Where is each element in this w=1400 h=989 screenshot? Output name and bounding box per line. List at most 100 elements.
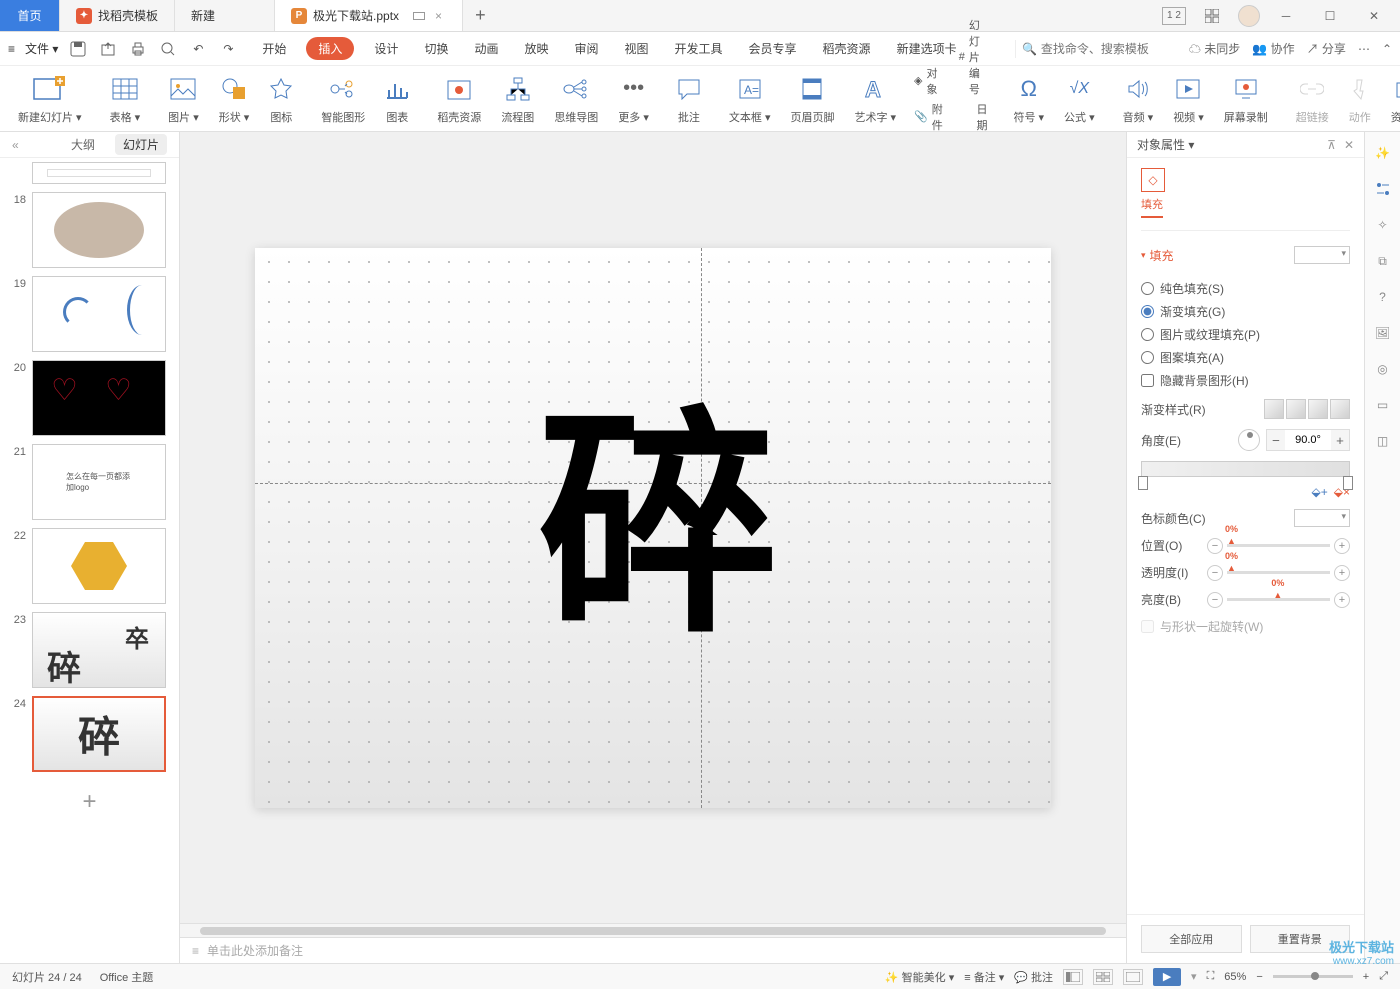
angle-spinner[interactable]: − +	[1266, 429, 1350, 451]
slide-thumb-24[interactable]: 24 碎	[8, 696, 171, 772]
slide-thumb-22[interactable]: 22	[8, 528, 171, 604]
notes-pane[interactable]: ≡ 单击此处添加备注	[180, 937, 1126, 963]
slide-thumb-18[interactable]: 18	[8, 192, 171, 268]
tab-add[interactable]: +	[463, 0, 498, 31]
sidebar-cube-icon[interactable]: ◫	[1374, 432, 1392, 450]
ribbon-screen-record[interactable]: 屏幕录制	[1214, 73, 1278, 125]
radio-gradient-fill[interactable]: 渐变填充(G)	[1141, 303, 1350, 320]
ribbon-shape[interactable]: 形状 ▾	[209, 73, 260, 125]
menu-hamburger-icon[interactable]: ≡	[8, 42, 15, 56]
ribbon-slide-number[interactable]: # 幻灯片编号	[959, 17, 988, 97]
ribbon-wordart[interactable]: A 艺术字 ▾	[844, 73, 906, 125]
outline-tab[interactable]: 大纲	[63, 134, 103, 155]
ribbon-chart[interactable]: 图表	[375, 73, 419, 125]
ribbon-attachment[interactable]: 📎 附件	[914, 101, 943, 133]
ribbon-new-slide[interactable]: 新建幻灯片 ▾	[8, 73, 92, 125]
position-slider[interactable]: ▲0%	[1227, 544, 1330, 547]
more-icon[interactable]: ⋯	[1358, 42, 1370, 56]
transparency-increase[interactable]: +	[1334, 565, 1350, 581]
zoom-in[interactable]: +	[1363, 971, 1369, 983]
menu-transition[interactable]: 切换	[418, 36, 454, 61]
zoom-value[interactable]: 65%	[1224, 971, 1246, 983]
grad-style-4[interactable]	[1330, 399, 1350, 419]
close-panel-icon[interactable]: ✕	[1344, 138, 1354, 152]
gradient-style-swatches[interactable]	[1264, 399, 1350, 419]
command-search[interactable]: 🔍	[1015, 40, 1177, 58]
menu-start[interactable]: 开始	[256, 36, 292, 61]
ribbon-header-footer[interactable]: 页眉页脚	[780, 73, 844, 125]
menu-devtools[interactable]: 开发工具	[669, 36, 729, 61]
slide-canvas[interactable]: 碎	[255, 248, 1051, 808]
tab-home[interactable]: 首页	[0, 0, 60, 31]
apply-all-button[interactable]: 全部应用	[1141, 925, 1242, 953]
reading-view-icon[interactable]	[1123, 969, 1143, 985]
horizontal-scrollbar[interactable]	[180, 923, 1126, 937]
save-icon[interactable]	[68, 39, 88, 59]
minimize-button[interactable]: ─	[1268, 0, 1304, 32]
zoom-out[interactable]: −	[1256, 971, 1262, 983]
sidebar-style-icon[interactable]: ✨	[1374, 144, 1392, 162]
ribbon-docer-res[interactable]: 稻壳资源	[427, 73, 491, 125]
collapse-ribbon-icon[interactable]: ⌃	[1382, 42, 1392, 56]
apps-icon[interactable]	[1194, 0, 1230, 32]
undo-icon[interactable]: ↶	[188, 39, 208, 59]
gradient-stops-bar[interactable]	[1141, 461, 1350, 477]
angle-dial[interactable]	[1238, 429, 1260, 451]
notes-toggle[interactable]: ≡ 备注 ▾	[964, 969, 1004, 985]
section-fill[interactable]: 填充	[1141, 247, 1174, 264]
grad-style-3[interactable]	[1308, 399, 1328, 419]
user-avatar[interactable]	[1238, 5, 1260, 27]
fill-tab-icon[interactable]: ◇	[1141, 168, 1165, 192]
sync-status[interactable]: ☁ 未同步	[1189, 40, 1240, 57]
sidebar-target-icon[interactable]: ◎	[1374, 360, 1392, 378]
fullscreen-icon[interactable]: ⤢	[1379, 970, 1388, 983]
ribbon-picture[interactable]: 图片 ▾	[158, 73, 209, 125]
checkbox-hide-bg[interactable]: 隐藏背景图形(H)	[1141, 372, 1350, 389]
coop-button[interactable]: 👥 协作	[1252, 40, 1294, 57]
sorter-view-icon[interactable]	[1093, 969, 1113, 985]
sidebar-device-icon[interactable]: ▭	[1374, 396, 1392, 414]
slide-thumb-23[interactable]: 23 碎卒	[8, 612, 171, 688]
ribbon-textbox[interactable]: A= 文本框 ▾	[719, 73, 781, 125]
close-button[interactable]: ✕	[1356, 0, 1392, 32]
slide-list[interactable]: 18 19 20 ♡♡ 21 怎么在每一页都添加logo 22 23 碎卒	[0, 158, 179, 963]
fill-preset-dropdown[interactable]	[1294, 246, 1350, 264]
fit-icon[interactable]: ⛶	[1207, 970, 1215, 983]
tab-document[interactable]: P 极光下载站.pptx ×	[275, 0, 463, 31]
brightness-decrease[interactable]: −	[1207, 592, 1223, 608]
collapse-panel-icon[interactable]: «	[12, 138, 19, 152]
sidebar-settings-icon[interactable]	[1374, 180, 1392, 198]
print-icon[interactable]	[128, 39, 148, 59]
normal-view-icon[interactable]	[1063, 969, 1083, 985]
layout-badge-icon[interactable]: 1 2	[1162, 7, 1186, 25]
grad-style-1[interactable]	[1264, 399, 1284, 419]
ribbon-flowchart[interactable]: 流程图	[491, 73, 544, 125]
radio-solid-fill[interactable]: 纯色填充(S)	[1141, 280, 1350, 297]
slide-text[interactable]: 碎	[538, 332, 768, 679]
radio-picture-fill[interactable]: 图片或纹理填充(P)	[1141, 326, 1350, 343]
comments-toggle[interactable]: 💬 批注	[1014, 969, 1053, 985]
angle-input[interactable]	[1285, 434, 1331, 446]
reset-bg-button[interactable]: 重置背景	[1250, 925, 1351, 953]
ribbon-table[interactable]: 表格 ▾	[100, 73, 151, 125]
tab-docer[interactable]: ✦ 找稻壳模板	[60, 0, 175, 31]
menu-view[interactable]: 视图	[619, 36, 655, 61]
maximize-button[interactable]: ☐	[1312, 0, 1348, 32]
sidebar-help-icon[interactable]: ?	[1374, 288, 1392, 306]
menu-review[interactable]: 审阅	[568, 36, 604, 61]
slide-thumb-partial[interactable]	[8, 162, 171, 184]
ribbon-object[interactable]: ◈ 对象	[914, 65, 943, 97]
add-slide-button[interactable]: +	[8, 780, 171, 824]
ribbon-smartart[interactable]: 智能图形	[311, 73, 375, 125]
ribbon-icon-lib[interactable]: 图标	[259, 73, 303, 125]
angle-decrease[interactable]: −	[1267, 430, 1285, 450]
file-menu[interactable]: 文件 ▾	[25, 40, 58, 57]
menu-design[interactable]: 设计	[368, 36, 404, 61]
grad-style-2[interactable]	[1286, 399, 1306, 419]
slideshow-button[interactable]: ▶	[1153, 968, 1181, 986]
brightness-increase[interactable]: +	[1334, 592, 1350, 608]
ribbon-comment[interactable]: 批注	[667, 73, 711, 125]
sidebar-layers-icon[interactable]: ⧉	[1374, 252, 1392, 270]
gradient-stop-right[interactable]	[1343, 476, 1353, 490]
position-decrease[interactable]: −	[1207, 538, 1223, 554]
